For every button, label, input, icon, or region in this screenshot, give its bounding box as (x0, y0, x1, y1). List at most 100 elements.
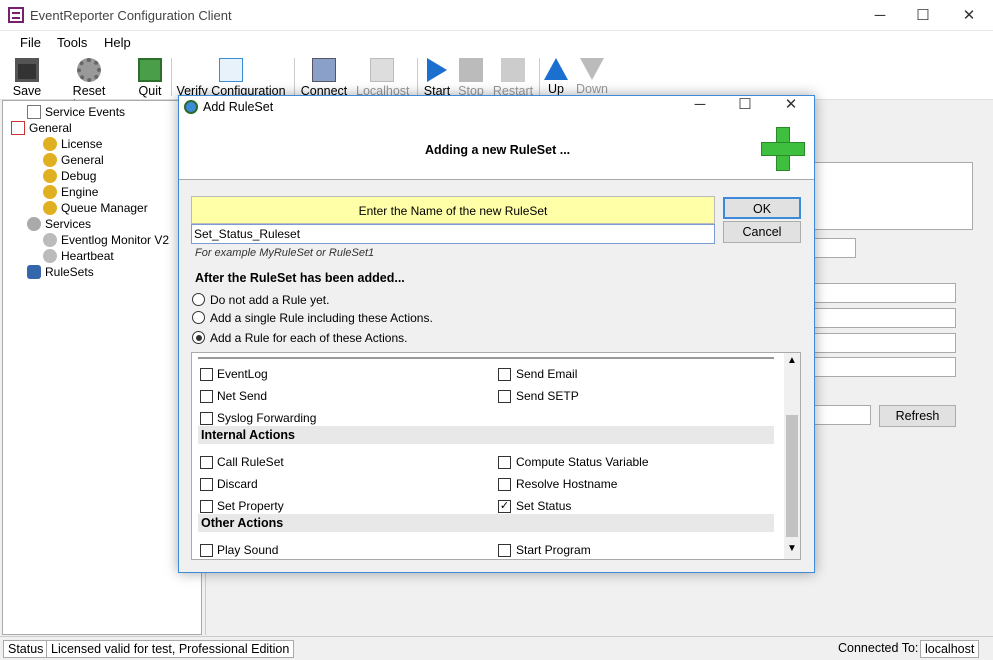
config-tree[interactable]: Service Events General License General D… (2, 100, 202, 635)
actions-scrollbar[interactable]: ▲ ▼ (784, 353, 800, 559)
checkbox-call-ruleset[interactable] (200, 456, 213, 469)
tree-item-services[interactable]: Services (27, 217, 91, 231)
menu-file[interactable]: File (20, 35, 41, 50)
license-status: Licensed valid for test, Professional Ed… (46, 640, 295, 658)
maximize-button[interactable]: ☐ (900, 0, 946, 31)
action-label: Set Property (217, 499, 284, 513)
key-icon (43, 137, 57, 151)
verify-configuration-button[interactable]: Verify Configuration (176, 56, 286, 98)
tree-item-service-events[interactable]: Service Events (27, 105, 125, 119)
tree-item-heartbeat[interactable]: Heartbeat (43, 249, 114, 263)
actions-list[interactable]: EventLog Send Email Net Send Send SETP S… (191, 352, 801, 560)
action-label: Call RuleSet (217, 455, 284, 469)
localhost-button[interactable]: Localhost (356, 56, 410, 98)
key-icon (43, 201, 57, 215)
cancel-button[interactable]: Cancel (723, 221, 801, 243)
checkbox-set-status[interactable]: ✓ (498, 500, 511, 513)
menu-bar (0, 31, 993, 54)
ok-button[interactable]: OK (723, 197, 801, 219)
tree-item-debug[interactable]: Debug (43, 169, 96, 183)
restart-button[interactable]: Restart (492, 56, 534, 98)
play-icon (427, 58, 447, 82)
action-label: Send SETP (516, 389, 579, 403)
toolbar-separator (294, 58, 295, 96)
text-field[interactable] (806, 333, 956, 353)
radio-no-rule[interactable] (192, 293, 205, 306)
toolbar-separator (417, 58, 418, 96)
stop-button[interactable]: Stop (457, 56, 485, 98)
checkbox-discard[interactable] (200, 478, 213, 491)
quit-button[interactable]: Quit (134, 56, 166, 98)
menu-help[interactable]: Help (104, 35, 131, 50)
magnifier-icon (219, 58, 243, 82)
scroll-thumb[interactable] (786, 415, 798, 537)
ruleset-name-input[interactable] (191, 224, 715, 244)
dialog-maximize-button[interactable]: ☐ (722, 92, 768, 118)
action-label: Discard (217, 477, 258, 491)
dropdown[interactable] (806, 405, 871, 425)
action-label: Syslog Forwarding (217, 411, 317, 425)
add-ruleset-dialog: Add RuleSet ─ ☐ ✕ Adding a new RuleSet .… (178, 95, 815, 573)
gear-icon (43, 249, 57, 263)
scroll-up-icon[interactable]: ▲ (787, 355, 797, 366)
radio-single-rule[interactable] (192, 311, 205, 324)
dropdown[interactable] (806, 283, 956, 303)
connect-button[interactable]: Connect (300, 56, 348, 98)
status-label: Status (3, 640, 49, 658)
start-button[interactable]: Start (423, 56, 451, 98)
gear-icon (27, 217, 41, 231)
checkbox-play-sound[interactable] (200, 544, 213, 557)
plus-icon (761, 142, 805, 156)
minimize-button[interactable]: ─ (857, 0, 903, 31)
floppy-icon (15, 58, 39, 82)
tree-item-engine[interactable]: Engine (43, 185, 98, 199)
name-prompt: Enter the Name of the new RuleSet (191, 196, 715, 224)
dropdown[interactable] (806, 308, 956, 328)
radio-label: Do not add a Rule yet. (210, 293, 330, 307)
checkmark-icon: ✓ (499, 500, 510, 512)
description-box[interactable] (806, 162, 973, 230)
gear-icon (43, 233, 57, 247)
group-internal-actions: Internal Actions (198, 426, 774, 444)
up-button[interactable]: Up (543, 56, 569, 96)
checkbox-compute-status-variable[interactable] (498, 456, 511, 469)
checkbox-start-program[interactable] (498, 544, 511, 557)
tree-item-rulesets[interactable]: RuleSets (27, 265, 94, 279)
tree-item-eventlog-monitor[interactable]: Eventlog Monitor V2 (43, 233, 169, 247)
key-icon (43, 185, 57, 199)
checkbox-net-send[interactable] (200, 390, 213, 403)
server-icon (312, 58, 336, 82)
checklist-icon (11, 121, 25, 135)
arrow-down-icon (580, 58, 604, 80)
checkbox-set-property[interactable] (200, 500, 213, 513)
down-button[interactable]: Down (575, 56, 609, 96)
tree-item-license[interactable]: License (43, 137, 102, 151)
close-button[interactable]: ✕ (946, 0, 992, 31)
rulesets-icon (27, 265, 41, 279)
tree-item-general[interactable]: General (11, 121, 72, 135)
key-icon (43, 169, 57, 183)
action-label: EventLog (217, 367, 268, 381)
checkbox-eventlog[interactable] (200, 368, 213, 381)
text-field[interactable] (806, 357, 956, 377)
checkbox-send-setp[interactable] (498, 390, 511, 403)
action-label: Send Email (516, 367, 578, 381)
save-button[interactable]: Save (12, 56, 42, 98)
checkbox-send-email[interactable] (498, 368, 511, 381)
radio-rule-per-action[interactable] (192, 331, 205, 344)
action-label: Resolve Hostname (516, 477, 618, 491)
checkbox-resolve-hostname[interactable] (498, 478, 511, 491)
tree-item-queue-manager[interactable]: Queue Manager (43, 201, 148, 215)
dialog-minimize-button[interactable]: ─ (677, 92, 723, 118)
scroll-down-icon[interactable]: ▼ (787, 543, 797, 554)
checkbox-syslog-forwarding[interactable] (200, 412, 213, 425)
refresh-button[interactable]: Refresh (879, 405, 956, 427)
toolbar-separator (171, 58, 172, 96)
document-icon (27, 105, 41, 119)
menu-tools[interactable]: Tools (57, 35, 87, 50)
dialog-title: Add RuleSet (203, 100, 274, 114)
dialog-close-button[interactable]: ✕ (768, 92, 814, 118)
tree-item-general-settings[interactable]: General (43, 153, 104, 167)
action-label: Start Program (516, 543, 591, 557)
exit-icon (138, 58, 162, 82)
